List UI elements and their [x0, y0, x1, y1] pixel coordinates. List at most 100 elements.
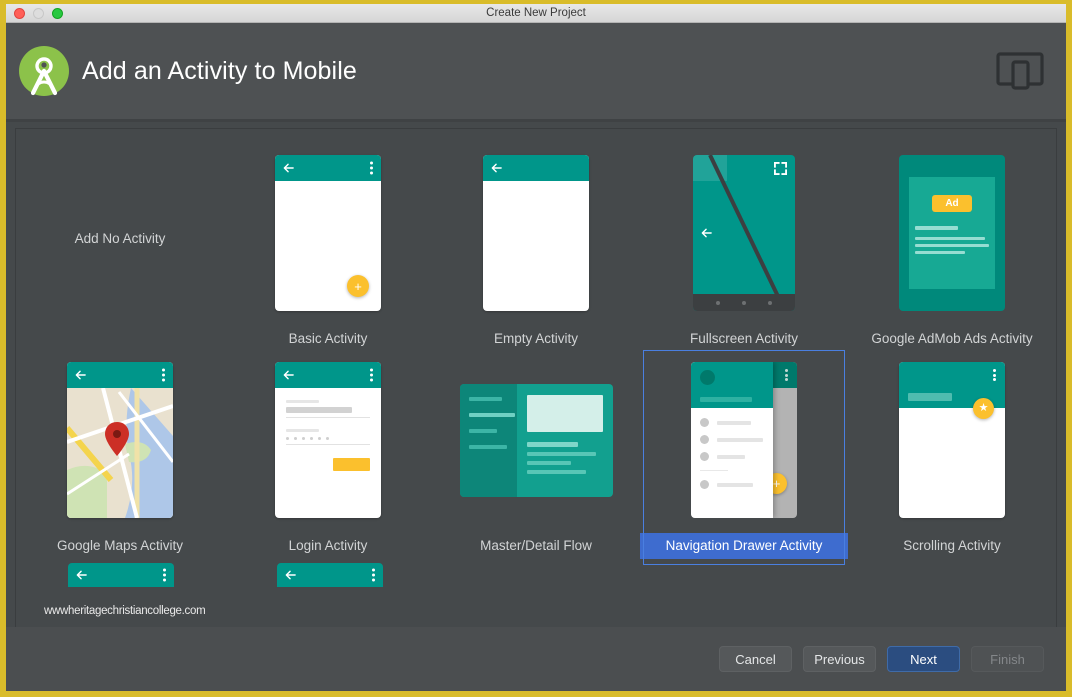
app-bar [483, 155, 589, 181]
create-new-project-window: Create New Project Add an Activity to Mo… [6, 4, 1066, 691]
activity-card-partial[interactable] [225, 563, 434, 587]
activity-card-scrolling-activity[interactable]: ★ Scrolling Activity [848, 350, 1056, 559]
window-title: Create New Project [486, 7, 586, 19]
back-arrow-icon [491, 163, 502, 173]
activity-row-1: Add No Activity + Basic Activity Empty A… [16, 143, 1056, 346]
dialog-footer: wwwheritagechristiancollege.com Cancel P… [6, 605, 1066, 691]
tablet-mock [459, 383, 613, 497]
back-arrow-icon [75, 370, 86, 380]
activity-label: Add No Activity [74, 231, 166, 246]
phone-mock: Ad [899, 155, 1005, 311]
dialog-header: Add an Activity to Mobile [6, 23, 1066, 119]
previous-button[interactable]: Previous [803, 646, 876, 672]
detail-body-line [526, 451, 597, 456]
drawer-list-item [691, 431, 773, 448]
activity-label: Master/Detail Flow [480, 538, 592, 553]
overflow-menu-icon [162, 568, 166, 582]
phone-mock: ★ [899, 362, 1005, 518]
detail-body-line [526, 460, 571, 465]
activity-gallery[interactable]: Add No Activity + Basic Activity Empty A… [15, 128, 1057, 627]
overflow-menu-icon [993, 369, 996, 381]
back-arrow-icon [283, 163, 294, 173]
phone-mock [483, 155, 589, 311]
activity-row-2: Google Maps Activity Login Activity Mast… [16, 350, 1056, 565]
activity-card-partial[interactable] [16, 563, 225, 587]
activity-card-google-admob-ads-activity[interactable]: Ad Google AdMob Ads Activity [848, 143, 1056, 346]
activity-card-basic-activity[interactable]: + Basic Activity [224, 143, 432, 346]
floating-action-button: + [347, 275, 369, 297]
back-arrow-icon [701, 228, 712, 238]
password-field [286, 437, 370, 440]
drawer-list-item [691, 476, 773, 493]
activity-label: Google AdMob Ads Activity [871, 331, 1033, 346]
sign-in-button [333, 458, 370, 471]
activity-label: Scrolling Activity [903, 538, 1001, 553]
overflow-menu-icon [162, 368, 165, 382]
drawer-divider [700, 470, 728, 471]
email-label-placeholder [286, 400, 319, 403]
phone-mock [275, 362, 381, 518]
drawer-header [691, 362, 773, 408]
cancel-button[interactable]: Cancel [719, 646, 792, 672]
navigation-drawer [691, 362, 773, 518]
back-arrow-icon [76, 570, 87, 580]
activity-card-google-maps-activity[interactable]: Google Maps Activity [16, 350, 224, 559]
detail-title-line [526, 441, 579, 447]
phone-mock: + [275, 155, 381, 311]
app-bar-title [908, 393, 952, 401]
phone-mock [67, 362, 173, 518]
phone-mock [67, 563, 174, 587]
app-bar [275, 155, 381, 181]
phone-mock [276, 563, 383, 587]
page-title: Add an Activity to Mobile [82, 56, 357, 85]
activity-card-master-detail-flow[interactable]: Master/Detail Flow [432, 350, 640, 559]
thumbnail-scrolling: ★ [848, 356, 1056, 524]
map-preview [67, 388, 173, 518]
drawer-list-item [691, 448, 773, 465]
thumbnail-basic: + [224, 149, 432, 317]
app-bar [67, 362, 173, 388]
thumbnail-empty [432, 149, 640, 317]
thumbnail-fullscreen [640, 149, 848, 317]
email-underline [286, 417, 370, 418]
overflow-menu-icon [370, 368, 373, 382]
thumbnail-none [16, 164, 224, 332]
activity-card-add-no-activity[interactable]: Add No Activity [16, 143, 224, 346]
thumbnail-navdrawer: + [640, 356, 848, 524]
fullscreen-expand-icon [774, 162, 787, 175]
phone-mock: + [691, 362, 797, 518]
activity-label: Fullscreen Activity [689, 331, 799, 346]
back-arrow-icon [285, 570, 296, 580]
thumbnail-maps [16, 356, 224, 524]
avatar [700, 370, 715, 385]
activity-card-login-activity[interactable]: Login Activity [224, 350, 432, 559]
activity-row-3-partial [16, 563, 1056, 587]
detail-body-line [526, 469, 586, 474]
finish-button: Finish [971, 646, 1044, 672]
activity-card-fullscreen-activity[interactable]: Fullscreen Activity [640, 143, 848, 346]
ad-text-lines [909, 226, 995, 258]
mobile-and-tablet-icon [996, 51, 1044, 91]
password-label-placeholder [286, 429, 319, 432]
window-titlebar: Create New Project [6, 4, 1066, 23]
app-bar [275, 362, 381, 388]
password-underline [286, 444, 370, 445]
next-button[interactable]: Next [887, 646, 960, 672]
ad-card: Ad [909, 177, 995, 289]
activity-label: Google Maps Activity [56, 538, 184, 553]
activity-card-empty-activity[interactable]: Empty Activity [432, 143, 640, 346]
thumbnail-login [224, 356, 432, 524]
master-list-pane [459, 383, 517, 497]
activity-label: Navigation Drawer Activity [640, 533, 848, 559]
watermark-text: wwwheritagechristiancollege.com [44, 605, 206, 617]
activity-card-navigation-drawer-activity[interactable]: + Navigation Drawer Activity [640, 350, 848, 565]
activity-label: Empty Activity [493, 331, 579, 346]
activity-label: Basic Activity [288, 331, 368, 346]
detail-pane [517, 384, 613, 497]
phone-mock [693, 155, 795, 311]
email-field [286, 407, 352, 413]
floating-action-button: ★ [973, 398, 994, 419]
thumbnail-masterdetail [432, 356, 640, 524]
android-studio-logo-icon [16, 43, 72, 99]
ad-badge: Ad [932, 195, 972, 212]
